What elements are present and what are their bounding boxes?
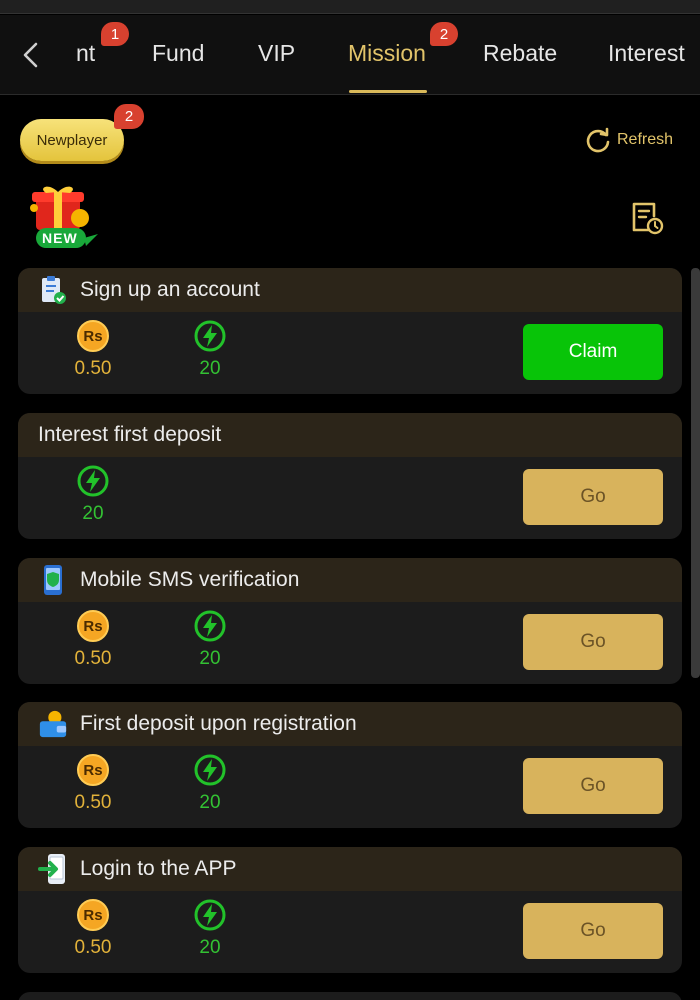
rs-amount: 0.50 bbox=[74, 792, 112, 813]
energy-reward: 20 bbox=[180, 610, 240, 670]
rs-reward: Rs 0.50 bbox=[63, 754, 123, 814]
tab-interest[interactable]: Interest bbox=[608, 35, 685, 75]
tab-label: Mission bbox=[348, 40, 426, 66]
new-label: NEW bbox=[42, 230, 78, 246]
tab-rebate[interactable]: Rebate bbox=[483, 35, 557, 75]
tab-bar: nt 1 Fund VIP Mission 2 Rebate Interest bbox=[0, 15, 700, 95]
task-card: Sign up an account Rs 0.50 20 Claim bbox=[18, 268, 682, 394]
tab-label: Fund bbox=[152, 40, 205, 66]
rs-amount: 0.50 bbox=[74, 358, 112, 379]
rs-amount: 0.50 bbox=[74, 648, 112, 669]
history-record-button[interactable] bbox=[628, 200, 664, 236]
task-header: Mobile SMS verification bbox=[18, 558, 682, 602]
tab-badge: 2 bbox=[430, 22, 458, 46]
active-tab-indicator bbox=[349, 90, 427, 93]
energy-amount: 20 bbox=[199, 937, 221, 958]
chevron-left-icon bbox=[23, 42, 38, 68]
task-title: Interest first deposit bbox=[38, 423, 222, 446]
back-button[interactable] bbox=[14, 37, 46, 73]
tab-label: nt bbox=[76, 40, 96, 66]
wallet-coin-icon bbox=[38, 709, 68, 739]
energy-amount: 20 bbox=[82, 503, 104, 524]
go-button[interactable]: Go bbox=[523, 614, 663, 670]
newplayer-filter-button[interactable]: Newplayer bbox=[20, 119, 124, 161]
energy-reward: 20 bbox=[63, 465, 123, 525]
clipboard-check-icon bbox=[38, 275, 68, 305]
go-button[interactable]: Go bbox=[523, 903, 663, 959]
tab-label: VIP bbox=[258, 40, 296, 66]
energy-amount: 20 bbox=[199, 358, 221, 379]
task-header: First deposit upon registration bbox=[18, 702, 682, 746]
tab-fund[interactable]: Fund bbox=[152, 35, 204, 75]
task-title: Sign up an account bbox=[80, 278, 260, 301]
task-card: Login to the APP Rs 0.50 20 Go bbox=[18, 847, 682, 973]
rs-coin-icon: Rs bbox=[77, 320, 109, 352]
task-card: Interest first deposit 20 Go bbox=[18, 413, 682, 539]
task-card: Mobile SMS verification Rs 0.50 20 Go bbox=[18, 558, 682, 684]
task-card: First deposit upon registration Rs 0.50 … bbox=[18, 702, 682, 828]
scrollbar[interactable] bbox=[691, 268, 700, 678]
tab-label: Interest bbox=[608, 40, 685, 66]
rs-coin-icon: Rs bbox=[77, 899, 109, 931]
record-history-icon bbox=[632, 202, 664, 235]
task-title: First deposit upon registration bbox=[80, 712, 357, 735]
tab-event[interactable]: nt bbox=[76, 35, 95, 75]
energy-amount: 20 bbox=[199, 648, 221, 669]
rs-reward: Rs 0.50 bbox=[63, 899, 123, 959]
status-strip bbox=[0, 0, 700, 14]
refresh-button[interactable]: Refresh bbox=[584, 126, 673, 154]
lightning-icon bbox=[194, 320, 226, 352]
task-header: Sign up an account bbox=[18, 268, 682, 312]
energy-amount: 20 bbox=[199, 792, 221, 813]
energy-reward: 20 bbox=[180, 899, 240, 959]
task-header: Login to the APP bbox=[18, 847, 682, 891]
new-player-gift-logo: NEW bbox=[24, 184, 100, 250]
rs-reward: Rs 0.50 bbox=[63, 610, 123, 670]
phone-login-icon bbox=[38, 854, 68, 884]
filter-label: Newplayer bbox=[36, 131, 108, 149]
task-title: Login to the APP bbox=[80, 857, 237, 880]
tab-badge: 1 bbox=[101, 22, 129, 46]
lightning-icon bbox=[194, 754, 226, 786]
rs-amount: 0.50 bbox=[74, 937, 112, 958]
lightning-icon bbox=[194, 899, 226, 931]
rs-coin-icon: Rs bbox=[77, 610, 109, 642]
energy-reward: 20 bbox=[180, 754, 240, 814]
energy-reward: 20 bbox=[180, 320, 240, 380]
task-title: Mobile SMS verification bbox=[80, 568, 300, 591]
rs-coin-icon: Rs bbox=[77, 754, 109, 786]
claim-button[interactable]: Claim bbox=[523, 324, 663, 380]
lightning-icon bbox=[77, 465, 109, 497]
tab-vip[interactable]: VIP bbox=[258, 35, 295, 75]
refresh-icon bbox=[586, 127, 610, 153]
go-button[interactable]: Go bbox=[523, 469, 663, 525]
rs-reward: Rs 0.50 bbox=[63, 320, 123, 380]
lightning-icon bbox=[194, 610, 226, 642]
phone-shield-icon bbox=[38, 565, 68, 595]
task-card-partial bbox=[18, 992, 682, 1000]
filter-badge: 2 bbox=[114, 104, 144, 129]
tab-label: Rebate bbox=[483, 40, 558, 66]
task-header: Interest first deposit bbox=[18, 413, 682, 457]
tab-mission[interactable]: Mission bbox=[348, 35, 426, 75]
refresh-label: Refresh bbox=[617, 131, 674, 148]
go-button[interactable]: Go bbox=[523, 758, 663, 814]
